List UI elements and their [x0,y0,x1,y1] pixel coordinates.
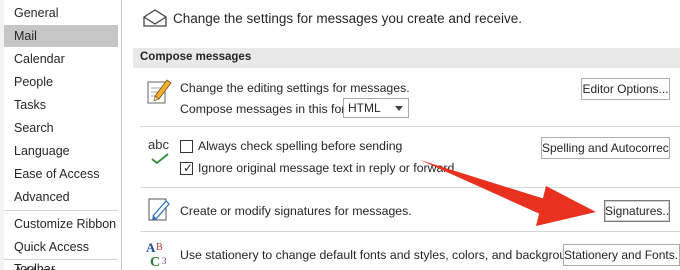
row-divider [140,187,680,188]
spelling-check-icon [151,153,169,165]
editing-settings-text: Change the editing settings for messages… [180,81,410,95]
editing-pencil-icon [147,79,172,104]
spelling-autocorrect-button[interactable]: Spelling and Autocorrect... [541,137,670,159]
signatures-button[interactable]: Signatures... [604,200,670,222]
compose-format-label: Compose messages in this format: [180,102,370,116]
checkmark-icon: ✓ [183,161,194,175]
stationery-fonts-button[interactable]: Stationery and Fonts... [563,244,680,266]
compose-format-value: HTML [348,101,381,115]
always-check-spelling-checkbox[interactable] [180,140,193,153]
sidebar-item-mail[interactable]: Mail [4,25,118,47]
sidebar-item-tasks[interactable]: Tasks [4,94,118,116]
compose-format-select[interactable]: HTML [343,98,409,118]
sidebar-divider [4,259,118,260]
section-title-compose: Compose messages [140,51,252,63]
sidebar-item-add-ins[interactable]: Add-ins [4,261,118,270]
sidebar-divider [4,210,118,211]
ignore-original-text-checkbox[interactable]: ✓ [180,161,194,175]
stationery-fonts-icon: A B C 3 [146,240,167,268]
chevron-down-icon [395,106,403,111]
signatures-description: Create or modify signatures for messages… [180,204,412,218]
sidebar-item-people[interactable]: People [4,71,118,93]
row-divider [140,126,680,127]
envelope-icon [143,9,167,27]
sidebar-item-advanced[interactable]: Advanced [4,186,118,208]
spelling-abc-icon: abc [148,137,169,152]
row-divider [140,231,680,232]
always-check-spelling-label: Always check spelling before sending [198,139,403,153]
sidebar-item-quick-access-toolbar[interactable]: Quick Access Toolbar [4,236,118,270]
sidebar-item-general[interactable]: General [4,2,118,24]
ignore-original-text-label: Ignore original message text in reply or… [198,161,455,175]
svg-text:C: C [150,255,160,268]
signature-pen-icon [148,198,170,221]
svg-text:3: 3 [162,256,167,266]
stationery-description: Use stationery to change default fonts a… [180,248,590,262]
sidebar-item-calendar[interactable]: Calendar [4,48,118,70]
sidebar-item-language[interactable]: Language [4,140,118,162]
svg-text:A: A [146,240,156,255]
editor-options-button[interactable]: Editor Options... [581,78,670,100]
sidebar-item-customize-ribbon[interactable]: Customize Ribbon [4,213,118,235]
options-sidebar: General Mail Calendar People Tasks Searc… [0,0,122,270]
svg-text:B: B [156,242,163,253]
mail-header-description: Change the settings for messages you cre… [173,11,522,26]
sidebar-item-ease-of-access[interactable]: Ease of Access [4,163,118,185]
sidebar-item-search[interactable]: Search [4,117,118,139]
